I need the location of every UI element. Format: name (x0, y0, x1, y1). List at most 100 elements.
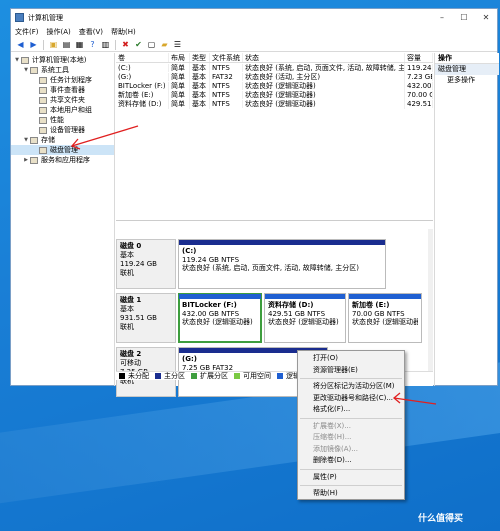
context-menu-item[interactable]: 删除卷(D)... (298, 455, 404, 467)
properties-icon[interactable]: ▦ (74, 39, 85, 50)
disk-status: 联机 (120, 269, 134, 277)
context-menu-item[interactable]: 属性(P) (298, 472, 404, 484)
context-menu: 打开(O) 资源管理器(E) 将分区标记为活动分区(M) 更改驱动器号和路径(C)..… (297, 350, 405, 500)
partition-type-bar (265, 294, 345, 299)
table-cell: 432.00 GB (407, 81, 433, 90)
delete-x-icon[interactable]: ✖ (120, 39, 131, 50)
window-title: 计算机管理 (28, 13, 63, 22)
table-cell: NTFS (210, 99, 243, 108)
legend-label: 主分区 (164, 372, 185, 380)
menu-help[interactable]: 帮助(H) (111, 27, 136, 37)
table-cell: 429.51 GB (407, 99, 433, 108)
menu-action[interactable]: 操作(A) (47, 27, 71, 37)
disk-name: 磁盘 1 (120, 296, 142, 304)
tree-node[interactable]: ▼ 系统工具 (11, 65, 114, 75)
actions-header: 操作 (435, 53, 499, 64)
partition-type-bar (179, 240, 385, 245)
folder-icon[interactable]: ▰ (159, 39, 170, 50)
disk-row: 磁盘 0 基本 119.24 GB 联机 (C:) 119.24 GB NTFS 状态良好 … (116, 239, 428, 289)
context-menu-item: 压缩卷(H)... (313, 433, 352, 441)
tree-node[interactable]: 本地用户和组 (11, 105, 114, 115)
tree-node-icon (39, 76, 47, 84)
table-cell: NTFS (210, 63, 243, 72)
tree-node-icon (39, 86, 47, 94)
partition-name: BITLocker (F:) (182, 301, 237, 309)
menu-separator (300, 468, 402, 470)
tree-node-icon (30, 156, 38, 164)
partition-status: 状态良好 (逻辑驱动器) (182, 318, 253, 326)
context-menu-item[interactable]: 打开(O) (298, 353, 404, 365)
table-cell: 简单 (169, 98, 190, 109)
tree-node-label: 计算机管理(本地) (32, 56, 87, 64)
tree-node[interactable]: ▼ 计算机管理(本地) (11, 55, 114, 65)
table-cell: FAT32 (210, 72, 243, 81)
computer-management-window: 计算机管理 – ☐ ✕ 文件(F) 操作(A) 查看(V) 帮助(H) ◀ ▶ … (10, 8, 499, 397)
tree-node-label: 系统工具 (41, 66, 69, 74)
column-header[interactable]: 容量 (405, 53, 433, 62)
details-icon[interactable]: ▥ (100, 39, 111, 50)
expand-arrow-icon[interactable]: ▼ (22, 137, 30, 143)
column-header[interactable]: 布局 (169, 53, 190, 62)
console-tree-icon[interactable]: ▤ (61, 39, 72, 50)
tree-node-icon (39, 106, 47, 114)
forward-arrow-icon[interactable]: ▶ (28, 39, 39, 50)
table-cell: 状态良好 (逻辑驱动器) (243, 98, 405, 109)
context-menu-item[interactable]: 资源管理器(E) (298, 365, 404, 377)
partition-block[interactable]: 新加卷 (E:) 70.00 GB NTFS 状态良好 (逻辑驱动器) (348, 293, 422, 343)
legend-swatch (234, 373, 240, 379)
maximize-button[interactable]: ☐ (453, 13, 475, 22)
column-header[interactable]: 类型 (190, 53, 210, 62)
expand-arrow-icon[interactable]: ▼ (13, 57, 21, 63)
partition-block[interactable]: 资料存储 (D:) 429.51 GB NTFS 状态良好 (逻辑驱动器) (264, 293, 346, 343)
minimize-button[interactable]: – (431, 13, 453, 22)
tree-node-icon (30, 66, 38, 74)
partition-name: 新加卷 (E:) (352, 301, 390, 309)
more-actions-link[interactable]: 更多操作 (435, 75, 499, 86)
table-cell: 资料存储 (D:) (116, 98, 169, 109)
table-cell: NTFS (210, 81, 243, 90)
tree-node[interactable]: 任务计划程序 (11, 75, 114, 85)
partition-block[interactable]: (C:) 119.24 GB NTFS 状态良好 (系统, 启动, 页面文件, 活动… (178, 239, 386, 289)
partition-block[interactable]: BITLocker (F:) 432.00 GB NTFS 状态良好 (逻辑驱动器) (178, 293, 262, 343)
tree-node-label: 共享文件夹 (50, 96, 85, 104)
expand-arrow-icon[interactable]: ▼ (22, 67, 30, 73)
tree-node[interactable]: ▶ 服务和应用程序 (11, 155, 114, 165)
back-arrow-icon[interactable]: ◀ (15, 39, 26, 50)
console-tree: ▼ 计算机管理(本地) ▼ 系统工具 任务计划程序 事件查看器 共享文件夹 本地用户和组 性能设… (11, 53, 115, 386)
disk-type: 基本 (120, 251, 134, 259)
legend-swatch (155, 373, 161, 379)
list-icon[interactable]: ☰ (172, 39, 183, 50)
tree-node[interactable]: 事件查看器 (11, 85, 114, 95)
check-icon[interactable]: ✔ (133, 39, 144, 50)
menu-view[interactable]: 查看(V) (79, 27, 103, 37)
column-header[interactable]: 状态 (243, 53, 405, 62)
partition-type-bar (349, 294, 421, 299)
menu-separator (300, 417, 402, 419)
help-icon[interactable]: ? (87, 39, 98, 50)
disk-label[interactable]: 磁盘 0 基本 119.24 GB 联机 (116, 239, 176, 289)
page-icon[interactable]: ▢ (146, 39, 157, 50)
legend-label: 扩展分区 (200, 372, 228, 380)
actions-disk-management[interactable]: 磁盘管理 (435, 64, 499, 75)
watermark: 什么值得买 (418, 514, 464, 524)
partition-info: (C:) 119.24 GB NTFS 状态良好 (系统, 启动, 页面文件, 活动… (182, 247, 382, 273)
table-row[interactable]: 资料存储 (D:)简单基本NTFS状态良好 (逻辑驱动器)429.51 GB (116, 98, 433, 109)
column-header[interactable]: 卷 (116, 53, 169, 62)
expand-arrow-icon[interactable]: ▶ (22, 157, 30, 163)
partition-info: 资料存储 (D:) 429.51 GB NTFS 状态良好 (逻辑驱动器) (268, 301, 342, 327)
annotation-arrow-left (70, 125, 139, 150)
tree-node[interactable]: 共享文件夹 (11, 95, 114, 105)
table-cell: 119.24 GB (407, 63, 433, 72)
vertical-scrollbar[interactable] (428, 229, 433, 379)
menu-file[interactable]: 文件(F) (15, 27, 39, 37)
column-header[interactable]: 文件系统 (210, 53, 243, 62)
folder-up-icon[interactable]: ▣ (48, 39, 59, 50)
toolbar: ◀ ▶ ▣ ▤ ▦ ? ▥ ✖ ✔ ▢ ▰ ☰ (11, 38, 497, 52)
context-menu-item[interactable]: 帮助(H) (298, 488, 404, 500)
close-button[interactable]: ✕ (475, 13, 497, 22)
menu-bar: 文件(F) 操作(A) 查看(V) 帮助(H) (11, 26, 497, 38)
disk-row: 磁盘 1 基本 931.51 GB 联机 BITLocker (F:) 432.00 GB… (116, 293, 428, 343)
table-cell: 7.23 GB (407, 72, 433, 81)
partition-type-bar (179, 294, 261, 299)
disk-label[interactable]: 磁盘 1 基本 931.51 GB 联机 (116, 293, 176, 343)
